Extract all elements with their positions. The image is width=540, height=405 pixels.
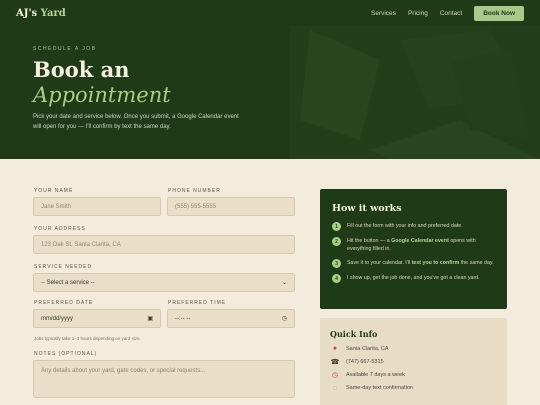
logo[interactable]: AJ's Yard [16,8,66,19]
navbar: AJ's Yard Services Pricing Contact Book … [0,0,540,26]
hero-eyebrow: SCHEDULE A JOB [33,46,97,52]
step-text: Save it to your calendar. I'll text you … [347,260,494,266]
logo-main: AJ's [16,7,38,19]
date-placeholder: mm/dd/yyyy [41,315,74,322]
phone-placeholder: (555) 555-5555 [175,203,217,210]
time-placeholder: --:-- -- [175,315,191,322]
phone-label: PHONE NUMBER [168,188,221,194]
name-field[interactable]: Jane Smith [33,197,161,216]
notes-placeholder: Any details about your yard, gate codes,… [41,368,206,374]
service-select[interactable]: -- Select a service -- ⌄ [33,273,295,292]
name-label: YOUR NAME [34,188,74,194]
hero-description: Pick your date and service below. Once y… [33,114,239,130]
time-field[interactable]: --:-- -- ◷ [167,309,295,328]
duration-hint: Jobs typically take 1–3 hours depending … [34,336,141,341]
phone-icon: ☎ [330,358,340,366]
address-placeholder: 123 Oak St, Santa Clarita, CA [41,241,121,248]
phone-text[interactable]: (747) 667-5315 [346,359,384,365]
hero-background-image [290,26,540,159]
map-pin-icon: ● [332,345,338,352]
address-field[interactable]: 123 Oak St, Santa Clarita, CA [33,235,295,254]
how-it-works-title: How it works [332,203,402,214]
quick-info-item: ☎ (747) 667-5315 [330,358,497,366]
quick-info-item: ◌ Same-day text confirmation [330,385,497,392]
step-number: 3 [332,259,341,268]
step-number: 1 [332,222,341,231]
step-4: 4 I show up, get the job done, and you'v… [332,274,495,283]
quick-info-card: Quick Info ● Santa Clarita, CA ☎ (747) 6… [320,318,507,405]
calendar-icon[interactable]: ▣ [147,315,153,322]
nav-link-services[interactable]: Services [371,10,396,17]
time-label: PREFERRED TIME [168,300,227,306]
step-number: 2 [332,237,341,246]
step-3: 3 Save it to your calendar. I'll text yo… [332,259,495,268]
book-now-button[interactable]: Book Now [474,5,524,21]
notes-label: NOTES (OPTIONAL) [34,351,98,357]
step-text: Fill out the form with your info and pre… [347,223,463,229]
clock-icon[interactable]: ◷ [282,315,287,322]
step-text: Hit the button — a Google Calendar event… [347,238,476,252]
location-text: Santa Clarita, CA [346,345,389,352]
hero: SCHEDULE A JOB Book an Appointment Pick … [0,26,540,159]
quick-info-item: ● Santa Clarita, CA [330,345,497,352]
nav-links: Services Pricing Contact Book Now [371,5,524,21]
service-select-value: -- Select a service -- [41,279,95,286]
name-placeholder: Jane Smith [41,203,72,210]
availability-text: Available 7 days a week [346,372,405,378]
page-title-accent: Appointment [33,83,171,107]
step-1: 1 Fill out the form with your info and p… [332,222,495,231]
page-title: Book an [33,57,130,82]
quick-info-item: ◷ Available 7 days a week [330,371,497,379]
step-text: I show up, get the job done, and you've … [347,275,480,281]
notes-textarea[interactable]: Any details about your yard, gate codes,… [33,360,295,398]
clock-icon: ◷ [331,372,339,379]
service-label: SERVICE NEEDED [34,264,93,270]
date-field[interactable]: mm/dd/yyyy ▣ [33,309,161,328]
date-label: PREFERRED DATE [34,300,94,306]
chat-icon: ◌ [332,384,338,392]
how-it-works-card: How it works 1 Fill out the form with yo… [320,189,507,309]
nav-link-contact[interactable]: Contact [440,10,462,17]
step-2: 2 Hit the button — a Google Calendar eve… [332,237,495,253]
logo-accent: Yard [40,7,66,19]
confirmation-text: Same-day text confirmation [346,385,413,391]
step-number: 4 [332,274,341,283]
phone-field[interactable]: (555) 555-5555 [167,197,295,216]
address-label: YOUR ADDRESS [34,226,86,232]
chevron-down-icon: ⌄ [281,280,287,286]
quick-info-title: Quick Info [330,329,378,339]
nav-link-pricing[interactable]: Pricing [408,10,428,17]
